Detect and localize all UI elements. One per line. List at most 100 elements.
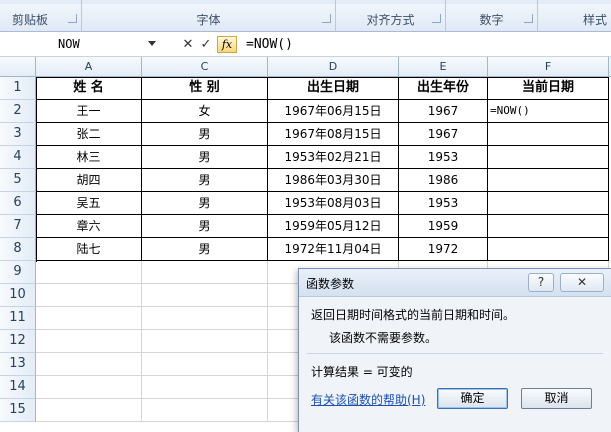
empty-cell[interactable]	[142, 330, 268, 353]
row-header-6[interactable]: 6	[0, 192, 36, 215]
empty-cell[interactable]	[142, 284, 268, 307]
table-cell[interactable]: 男	[142, 169, 268, 192]
dialog-titlebar[interactable]: 函数参数 ? ✕	[299, 269, 611, 297]
result-text: 计算结果 = 可变的	[311, 365, 413, 379]
table-cell[interactable]: 章六	[36, 215, 142, 238]
empty-cell[interactable]	[142, 353, 268, 376]
ribbon-group-styles[interactable]: 样式	[538, 0, 611, 32]
formula-bar: NOW ✕ ✓ fx =NOW()	[0, 32, 611, 57]
ok-button[interactable]: 确定	[437, 388, 508, 409]
table-cell[interactable]: 1986年03月30日	[268, 169, 399, 192]
table-cell[interactable]: 1953	[399, 146, 488, 169]
column-header-f[interactable]: F	[488, 57, 609, 77]
table-cell[interactable]	[488, 123, 609, 146]
table-cell[interactable]	[488, 169, 609, 192]
row-header-8[interactable]: 8	[0, 238, 36, 261]
table-header-cell[interactable]: 当前日期	[488, 77, 609, 100]
table-cell[interactable]	[488, 238, 609, 261]
table-cell[interactable]: 1953年02月21日	[268, 146, 399, 169]
table-cell[interactable]: =NOW()	[488, 100, 609, 123]
empty-cell[interactable]	[142, 376, 268, 399]
table-cell[interactable]: 1972年11月04日	[268, 238, 399, 261]
empty-cell[interactable]	[36, 376, 142, 399]
table-cell[interactable]: 吴五	[36, 192, 142, 215]
help-button[interactable]: ?	[528, 273, 554, 292]
cancel-button[interactable]: 取消	[521, 388, 592, 409]
table-cell[interactable]: 张二	[36, 123, 142, 146]
dialog-launcher-icon[interactable]	[68, 14, 77, 23]
column-header-c[interactable]: C	[142, 57, 268, 77]
empty-cell[interactable]	[36, 261, 142, 284]
chevron-down-icon[interactable]	[148, 41, 156, 46]
table-cell[interactable]: 1967年06月15日	[268, 100, 399, 123]
row-header-10[interactable]: 10	[0, 284, 36, 307]
dialog-launcher-icon[interactable]	[524, 14, 533, 23]
table-header-cell[interactable]: 性 别	[142, 77, 268, 100]
row-header-2[interactable]: 2	[0, 100, 36, 123]
name-box[interactable]: NOW	[2, 35, 158, 53]
select-all-corner[interactable]	[0, 57, 36, 77]
table-cell[interactable]: 胡四	[36, 169, 142, 192]
ribbon-group-font[interactable]: 字体	[82, 0, 336, 32]
close-button[interactable]: ✕	[560, 273, 604, 292]
table-header-cell[interactable]: 出生年份	[399, 77, 488, 100]
table-cell[interactable]: 1959年05月12日	[268, 215, 399, 238]
row-header-14[interactable]: 14	[0, 376, 36, 399]
row-header-12[interactable]: 12	[0, 330, 36, 353]
table-cell[interactable]	[488, 192, 609, 215]
empty-cell[interactable]	[36, 353, 142, 376]
empty-cell[interactable]	[36, 307, 142, 330]
column-header-e[interactable]: E	[399, 57, 488, 77]
empty-cell[interactable]	[36, 284, 142, 307]
table-header-cell[interactable]: 出生日期	[268, 77, 399, 100]
row-header-1[interactable]: 1	[0, 77, 36, 100]
table-cell[interactable]: 男	[142, 192, 268, 215]
empty-cell[interactable]	[36, 330, 142, 353]
dialog-launcher-icon[interactable]	[322, 14, 331, 23]
row-header-11[interactable]: 11	[0, 307, 36, 330]
table-cell[interactable]: 1959	[399, 215, 488, 238]
ribbon-group-clipboard[interactable]: 剪贴板	[0, 0, 82, 32]
table-cell[interactable]	[488, 146, 609, 169]
row-header-3[interactable]: 3	[0, 123, 36, 146]
ribbon-group-number[interactable]: 数字	[446, 0, 538, 32]
empty-cell[interactable]	[142, 307, 268, 330]
row-header-15[interactable]: 15	[0, 399, 36, 422]
table-cell[interactable]: 1986	[399, 169, 488, 192]
table-cell[interactable]: 陆七	[36, 238, 142, 261]
table-cell[interactable]: 1953	[399, 192, 488, 215]
help-link[interactable]: 有关该函数的帮助(H)	[311, 391, 425, 408]
ribbon-group-alignment[interactable]: 对齐方式	[336, 0, 446, 32]
table-cell[interactable]: 男	[142, 146, 268, 169]
insert-function-button[interactable]: fx	[217, 36, 237, 53]
enter-icon[interactable]: ✓	[198, 37, 214, 53]
row-header-4[interactable]: 4	[0, 146, 36, 169]
row-header-9[interactable]: 9	[0, 261, 36, 284]
table-cell[interactable]: 男	[142, 123, 268, 146]
function-arguments-dialog: 函数参数 ? ✕ 返回日期时间格式的当前日期和时间。 该函数不需要参数。 计算结…	[298, 268, 611, 432]
table-cell[interactable]: 1967	[399, 123, 488, 146]
table-cell[interactable]: 王一	[36, 100, 142, 123]
empty-cell[interactable]	[36, 399, 142, 422]
empty-cell[interactable]	[142, 399, 268, 422]
table-cell[interactable]: 1953年08月03日	[268, 192, 399, 215]
empty-cell[interactable]	[142, 261, 268, 284]
row-header-7[interactable]: 7	[0, 215, 36, 238]
table-cell[interactable]: 男	[142, 238, 268, 261]
table-header-cell[interactable]: 姓 名	[36, 77, 142, 100]
table-cell[interactable]: 女	[142, 100, 268, 123]
column-header-d[interactable]: D	[268, 57, 399, 77]
table-cell[interactable]: 林三	[36, 146, 142, 169]
cancel-icon[interactable]: ✕	[180, 37, 196, 53]
row-header-13[interactable]: 13	[0, 353, 36, 376]
table-cell[interactable]: 1967	[399, 100, 488, 123]
name-box-value: NOW	[58, 37, 80, 51]
column-header-a[interactable]: A	[36, 57, 142, 77]
row-header-5[interactable]: 5	[0, 169, 36, 192]
dialog-launcher-icon[interactable]	[432, 14, 441, 23]
table-cell[interactable]: 男	[142, 215, 268, 238]
table-cell[interactable]	[488, 215, 609, 238]
table-cell[interactable]: 1972	[399, 238, 488, 261]
table-cell[interactable]: 1967年08月15日	[268, 123, 399, 146]
formula-input[interactable]: =NOW()	[246, 36, 293, 54]
